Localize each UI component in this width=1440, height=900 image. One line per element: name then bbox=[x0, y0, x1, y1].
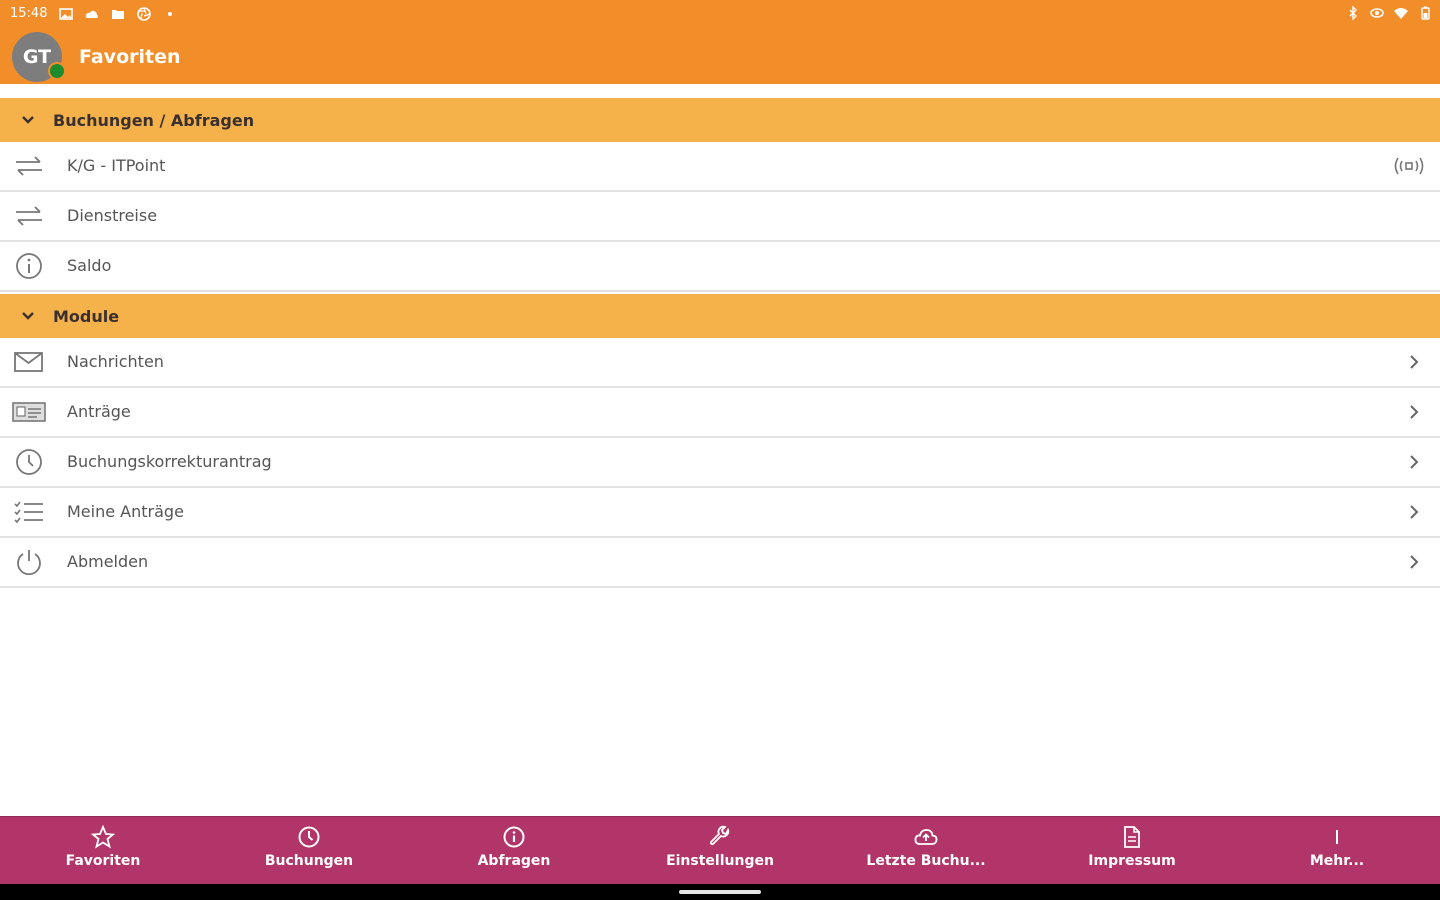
power-icon bbox=[17, 550, 41, 576]
list-item-label: Saldo bbox=[67, 256, 112, 275]
list-item-buchungskorrekturantrag[interactable]: Buchungskorrekturantrag bbox=[0, 438, 1440, 488]
folder-icon bbox=[112, 9, 125, 19]
cloud-upload-icon bbox=[914, 829, 938, 845]
info-icon bbox=[503, 826, 525, 848]
wrench-icon bbox=[709, 825, 730, 846]
chevron-right-icon bbox=[1410, 405, 1419, 419]
chevron-down-icon bbox=[22, 312, 34, 320]
checklist-icon bbox=[14, 501, 43, 524]
chevron-right-icon bbox=[1410, 555, 1419, 569]
list-item-saldo[interactable]: Saldo bbox=[0, 242, 1440, 292]
nav-buchungen[interactable]: Buchungen bbox=[229, 817, 389, 885]
id-card-icon bbox=[12, 402, 46, 422]
wifi-icon bbox=[1394, 8, 1408, 19]
list-item-label: Meine Anträge bbox=[67, 502, 184, 521]
section-title: Buchungen / Abfragen bbox=[53, 111, 255, 130]
online-status-dot bbox=[48, 62, 66, 80]
list-item-antraege[interactable]: Anträge bbox=[0, 388, 1440, 438]
dot-icon bbox=[168, 11, 173, 16]
list-item-label: Anträge bbox=[67, 402, 131, 421]
avatar[interactable]: GT bbox=[12, 32, 66, 82]
swap-arrows-icon bbox=[16, 156, 42, 176]
system-navigation-bar bbox=[0, 884, 1440, 900]
more-vertical-icon bbox=[1336, 830, 1338, 844]
nav-impressum[interactable]: Impressum bbox=[1052, 817, 1212, 885]
bottom-navigation: Favoriten Buchungen Abfragen Einstellung… bbox=[0, 816, 1440, 885]
nav-label: Abfragen bbox=[477, 853, 551, 869]
star-icon bbox=[91, 825, 115, 849]
nav-abfragen[interactable]: Abfragen bbox=[434, 817, 594, 885]
chevron-right-icon bbox=[1410, 505, 1419, 519]
app-bar: GT Favoriten bbox=[0, 28, 1440, 84]
bluetooth-icon bbox=[1349, 6, 1357, 20]
home-gesture-handle[interactable] bbox=[679, 890, 761, 894]
status-bar: 15:48 bbox=[0, 0, 1440, 28]
clock-icon bbox=[298, 826, 320, 848]
nav-label: Mehr... bbox=[1309, 853, 1365, 869]
nav-einstellungen[interactable]: Einstellungen bbox=[640, 817, 800, 885]
nav-label: Buchungen bbox=[264, 853, 354, 869]
list-item-label: Dienstreise bbox=[67, 206, 158, 225]
list-item-abmelden[interactable]: Abmelden bbox=[0, 538, 1440, 588]
battery-icon bbox=[1421, 6, 1430, 20]
header-spacer bbox=[0, 84, 1440, 98]
list-item-meine-antraege[interactable]: Meine Anträge bbox=[0, 488, 1440, 538]
section-header-module[interactable]: Module bbox=[0, 294, 1440, 338]
aperture-icon bbox=[137, 6, 152, 21]
section-header-buchungen-abfragen[interactable]: Buchungen / Abfragen bbox=[0, 98, 1440, 142]
nav-label: Favoriten bbox=[65, 853, 141, 869]
nav-label: Einstellungen bbox=[666, 853, 774, 869]
nfc-icon bbox=[1394, 157, 1424, 175]
image-icon bbox=[59, 7, 74, 20]
cloud-icon bbox=[86, 10, 99, 18]
nav-favoriten[interactable]: Favoriten bbox=[23, 817, 183, 885]
eye-icon bbox=[1370, 8, 1384, 18]
list-item-label: K/G - ITPoint bbox=[67, 156, 166, 175]
avatar-initials: GT bbox=[22, 46, 52, 68]
swap-arrows-icon bbox=[16, 206, 42, 226]
clock-icon bbox=[16, 449, 42, 475]
document-icon bbox=[1124, 826, 1140, 848]
list-item-kg-itpoint[interactable]: K/G - ITPoint bbox=[0, 142, 1440, 192]
nav-mehr[interactable]: Mehr... bbox=[1257, 817, 1417, 885]
status-time: 15:48 bbox=[10, 6, 48, 21]
nav-label: Impressum bbox=[1088, 853, 1176, 869]
info-icon bbox=[16, 253, 42, 279]
list-item-label: Buchungskorrekturantrag bbox=[67, 452, 272, 471]
chevron-down-icon bbox=[22, 116, 34, 124]
list-item-nachrichten[interactable]: Nachrichten bbox=[0, 338, 1440, 388]
section-title: Module bbox=[53, 307, 120, 326]
mail-icon bbox=[14, 352, 43, 372]
list-item-dienstreise[interactable]: Dienstreise bbox=[0, 192, 1440, 242]
nav-letzte-buchungen[interactable]: Letzte Buchu... bbox=[846, 817, 1006, 885]
nav-label: Letzte Buchu... bbox=[866, 853, 986, 869]
list-item-label: Abmelden bbox=[67, 552, 149, 571]
list-item-label: Nachrichten bbox=[67, 352, 164, 371]
chevron-right-icon bbox=[1410, 455, 1419, 469]
page-title: Favoriten bbox=[79, 46, 181, 68]
chevron-right-icon bbox=[1410, 355, 1419, 369]
